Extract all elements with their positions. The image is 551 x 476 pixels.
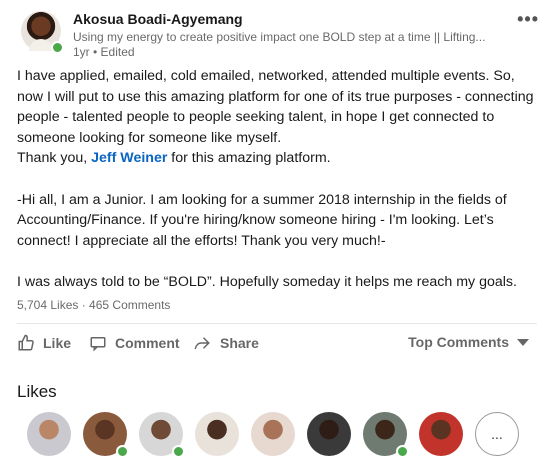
author-headline: Using my energy to create positive impac… — [73, 30, 486, 44]
thumbs-up-icon — [18, 334, 34, 351]
share-icon — [194, 337, 210, 350]
post-thanks-line: Thank you, Jeff Weiner for this amazing … — [17, 148, 537, 169]
online-status-indicator — [116, 445, 129, 458]
mention-link[interactable]: Jeff Weiner — [91, 150, 167, 166]
online-status-indicator — [396, 445, 409, 458]
like-button[interactable]: Like — [17, 334, 71, 352]
comment-icon — [90, 337, 106, 352]
online-status-indicator — [172, 445, 185, 458]
comment-label: Comment — [115, 335, 180, 351]
post-paragraph-2: -Hi all, I am a Junior. I am looking for… — [17, 191, 507, 249]
liker-avatar[interactable] — [139, 412, 185, 458]
more-horizontal-icon[interactable]: ••• — [517, 9, 539, 30]
liker-avatar[interactable] — [195, 412, 239, 456]
divider — [17, 323, 537, 324]
author-name[interactable]: Akosua Boadi-Agyemang — [73, 11, 243, 27]
likers-avatars: ... — [27, 412, 527, 458]
like-label: Like — [43, 335, 72, 351]
online-status-indicator — [51, 41, 64, 54]
post-meta: 1yr • Edited — [73, 45, 135, 59]
thanks-prefix: Thank you, — [17, 150, 92, 167]
liker-avatar[interactable] — [27, 412, 71, 456]
likes-section-title: Likes — [17, 382, 57, 401]
liker-avatar[interactable] — [251, 412, 295, 456]
post-header: Akosua Boadi-Agyemang Using my energy to… — [21, 9, 541, 59]
chevron-down-icon — [517, 338, 529, 346]
comment-button[interactable]: Comment — [89, 334, 180, 352]
more-likers-button[interactable]: ... — [475, 412, 519, 456]
liker-avatar[interactable] — [83, 412, 129, 458]
share-label: Share — [220, 335, 259, 351]
liker-avatar[interactable] — [307, 412, 351, 456]
liker-avatar[interactable] — [419, 412, 463, 456]
avatar-shirt — [29, 39, 53, 51]
liker-avatar[interactable] — [363, 412, 409, 458]
social-actions-bar: Like Comment Share Top Comments — [17, 334, 537, 358]
post-body: I have applied, emailed, cold emailed, n… — [17, 66, 537, 293]
author-avatar[interactable] — [21, 11, 64, 54]
sort-label: Top Comments — [408, 334, 509, 350]
sort-comments-dropdown[interactable]: Top Comments — [408, 334, 529, 350]
post-paragraph-1: I have applied, emailed, cold emailed, n… — [17, 68, 534, 146]
post-paragraph-3: I was always told to be “BOLD”. Hopefull… — [17, 273, 517, 290]
thanks-suffix: for this amazing platform. — [167, 150, 331, 167]
share-button[interactable]: Share — [192, 334, 259, 352]
post-stats[interactable]: 5,704 Likes · 465 Comments — [17, 298, 170, 312]
